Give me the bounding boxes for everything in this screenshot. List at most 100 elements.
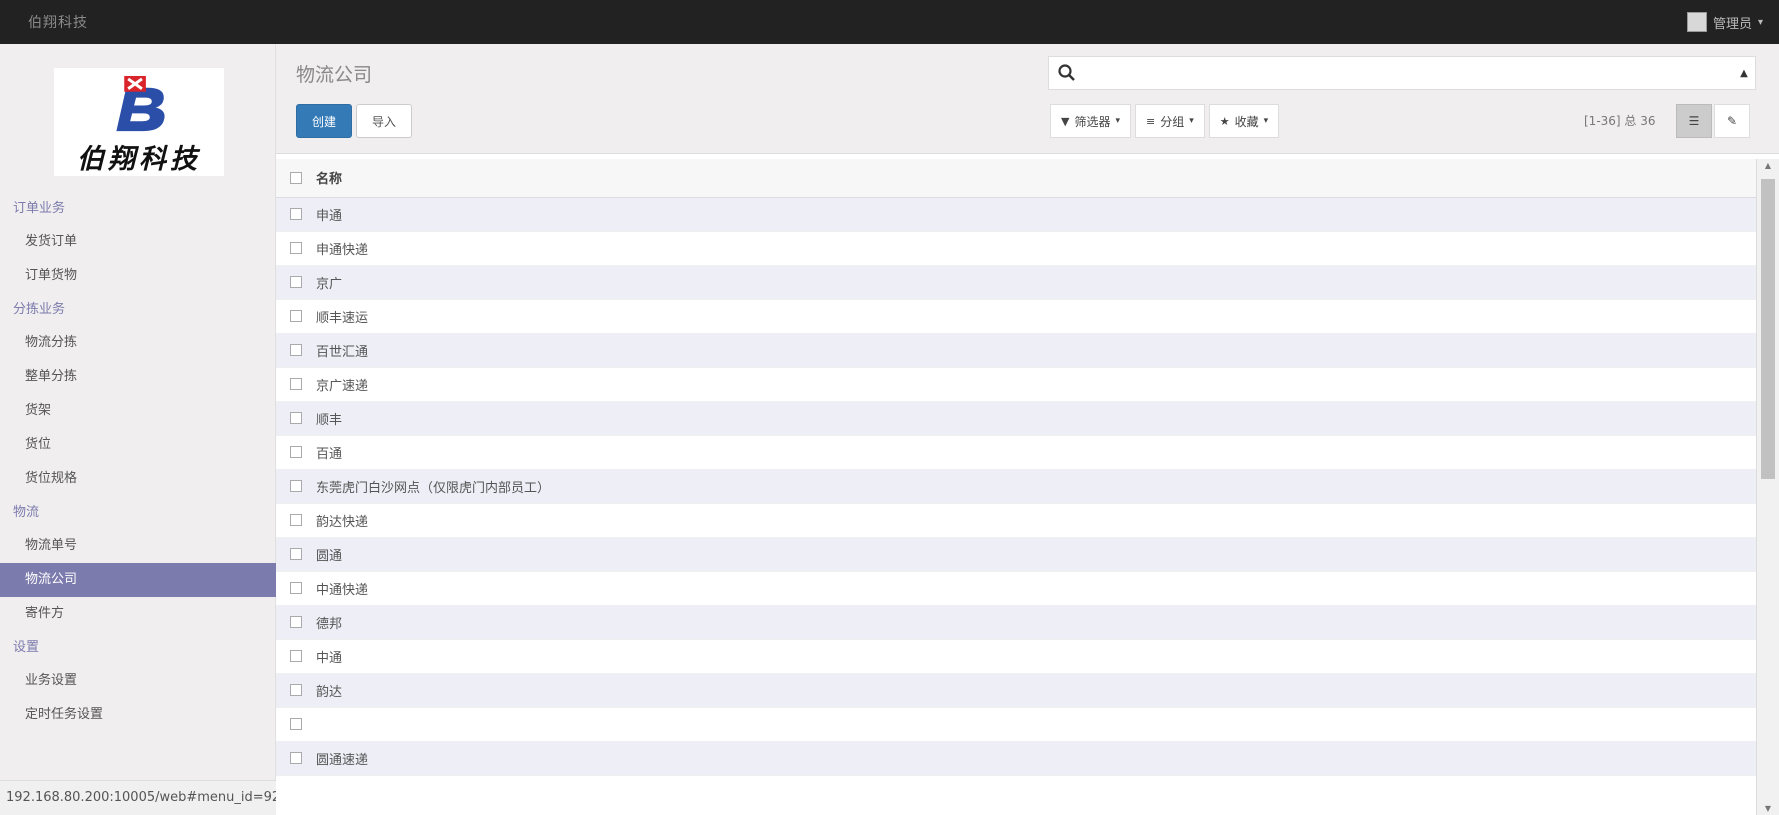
sidebar-item-slots[interactable]: 货位 (0, 428, 276, 462)
control-panel: 物流公司 创建 导入 ▲ ▼ 筛选器 ▾ ≡ 分组 ▾ ★ 收藏 ▾ [1-36… (276, 44, 1779, 154)
avatar (1686, 12, 1707, 32)
user-menu[interactable]: 管理员 ▾ (1686, 12, 1763, 32)
search-icon (1058, 64, 1075, 81)
create-button[interactable]: 创建 (296, 104, 352, 138)
row-checkbox[interactable] (290, 548, 302, 560)
cell-company-name[interactable]: 中通 (316, 639, 1756, 674)
form-view-button[interactable]: ✎ (1714, 104, 1750, 138)
menu-group-settings: 设置 (13, 640, 40, 655)
filters-button[interactable]: ▼ 筛选器 ▾ (1050, 104, 1132, 138)
user-name: 管理员 (1712, 16, 1752, 32)
vertical-scrollbar[interactable]: ▲ ▼ (1756, 159, 1779, 815)
top-navbar: 伯翔科技 管理员 ▾ (0, 0, 1779, 44)
table-row[interactable]: 韵达快递 (276, 503, 1756, 538)
cell-company-name[interactable]: 韵达 (316, 673, 1756, 708)
pager-value[interactable]: [1-36] 总 36 (1584, 112, 1656, 129)
company-logo: 伯翔科技 (54, 68, 224, 176)
table-row[interactable]: 顺丰 (276, 401, 1756, 436)
cell-company-name[interactable]: 顺丰速运 (316, 299, 1756, 334)
row-checkbox[interactable] (290, 310, 302, 322)
row-checkbox[interactable] (290, 378, 302, 390)
table-row[interactable]: 百通 (276, 435, 1756, 470)
favorites-button[interactable]: ★ 收藏 ▾ (1208, 104, 1280, 138)
row-checkbox[interactable] (290, 446, 302, 458)
row-checkbox[interactable] (290, 752, 302, 764)
logo-mark-icon (116, 75, 165, 132)
row-checkbox[interactable] (290, 276, 302, 288)
edit-view-icon: ✎ (1726, 114, 1738, 128)
sidebar-item-order-goods[interactable]: 订单货物 (0, 259, 276, 293)
chevron-down-icon: ▾ (1115, 116, 1121, 126)
cell-company-name[interactable]: 百通 (316, 435, 1756, 470)
row-checkbox[interactable] (290, 514, 302, 526)
cell-company-name[interactable]: 韵达快递 (316, 503, 1756, 538)
table-row[interactable]: 韵达 (276, 673, 1756, 708)
cell-company-name[interactable]: 圆通 (316, 537, 1756, 572)
cell-company-name[interactable]: 申通快递 (316, 231, 1756, 266)
table-row[interactable]: 德邦 (276, 605, 1756, 640)
sidebar-item-scheduled-tasks[interactable]: 定时任务设置 (0, 698, 276, 732)
table-row[interactable]: 百世汇通 (276, 333, 1756, 368)
group-by-label: 分组 (1160, 114, 1185, 129)
row-checkbox[interactable] (290, 344, 302, 356)
sidebar-item-logistics-companies[interactable]: 物流公司 (0, 563, 276, 597)
cell-company-name[interactable]: 京广 (316, 265, 1756, 300)
cell-company-name[interactable]: 百世汇通 (316, 333, 1756, 368)
table-row[interactable]: 京广速递 (276, 367, 1756, 402)
sidebar-item-shelves[interactable]: 货架 (0, 394, 276, 428)
cell-company-name[interactable]: 中通快递 (316, 571, 1756, 606)
table-body: 申通 申通快递 京广 顺丰速运 百世汇通 京广速递 顺丰 百通 东莞虎门白沙网点（仅限虎门内部员… (276, 197, 1756, 776)
list-view: 名称 申通 申通快递 京广 顺丰速运 百世汇通 京广速递 顺丰 百通 东莞虎门白沙网点（仅限虎门… (276, 159, 1756, 815)
sidebar-item-shipping-orders[interactable]: 发货订单 (0, 225, 276, 259)
table-row[interactable] (276, 707, 1756, 742)
table-row[interactable]: 中通 (276, 639, 1756, 674)
sidebar-item-business-settings[interactable]: 业务设置 (0, 664, 276, 698)
sidebar: 伯翔科技 订单业务 发货订单 订单货物 分拣业务 物流分拣 整单分拣 货架 货位… (0, 44, 276, 780)
table-row[interactable]: 申通 (276, 197, 1756, 232)
row-checkbox[interactable] (290, 650, 302, 662)
table-row[interactable]: 中通快递 (276, 571, 1756, 606)
cell-company-name[interactable] (316, 707, 1756, 742)
table-row[interactable]: 申通快递 (276, 231, 1756, 266)
sidebar-item-slot-spec[interactable]: 货位规格 (0, 462, 276, 496)
list-view-button[interactable]: ☰ (1676, 104, 1712, 138)
import-button[interactable]: 导入 (356, 104, 412, 138)
row-checkbox[interactable] (290, 684, 302, 696)
select-all-checkbox[interactable] (290, 171, 302, 184)
sidebar-item-tracking-numbers[interactable]: 物流单号 (0, 529, 276, 563)
row-checkbox[interactable] (290, 480, 302, 492)
cell-company-name[interactable]: 申通 (316, 197, 1756, 232)
table-row[interactable]: 圆通速递 (276, 741, 1756, 776)
menu-group-sorting: 分拣业务 (13, 302, 66, 317)
row-checkbox[interactable] (290, 208, 302, 220)
sidebar-item-logistics-sorting[interactable]: 物流分拣 (0, 326, 276, 360)
row-checkbox[interactable] (290, 412, 302, 424)
search-bar: ▲ (1048, 56, 1756, 90)
row-checkbox[interactable] (290, 582, 302, 594)
list-view-icon: ☰ (1688, 114, 1700, 128)
scroll-down-icon[interactable]: ▼ (1757, 804, 1779, 813)
table-row[interactable]: 东莞虎门白沙网点（仅限虎门内部员工） (276, 469, 1756, 504)
search-options-toggle-icon[interactable]: ▲ (1733, 68, 1755, 79)
row-checkbox[interactable] (290, 616, 302, 628)
row-checkbox[interactable] (290, 242, 302, 254)
cell-company-name[interactable]: 顺丰 (316, 401, 1756, 436)
sidebar-menu: 订单业务 发货订单 订单货物 分拣业务 物流分拣 整单分拣 货架 货位 货位规格… (0, 192, 276, 732)
cell-company-name[interactable]: 东莞虎门白沙网点（仅限虎门内部员工） (316, 469, 1756, 504)
scrollbar-thumb[interactable] (1761, 179, 1775, 479)
row-checkbox[interactable] (290, 718, 302, 730)
sidebar-item-senders[interactable]: 寄件方 (0, 597, 276, 631)
table-row[interactable]: 顺丰速运 (276, 299, 1756, 334)
group-by-button[interactable]: ≡ 分组 ▾ (1135, 104, 1205, 138)
column-header-name[interactable]: 名称 (316, 159, 1756, 198)
favorites-label: 收藏 (1234, 114, 1259, 129)
sidebar-item-whole-order-sorting[interactable]: 整单分拣 (0, 360, 276, 394)
cell-company-name[interactable]: 德邦 (316, 605, 1756, 640)
table-row[interactable]: 圆通 (276, 537, 1756, 572)
table-row[interactable]: 京广 (276, 265, 1756, 300)
search-input[interactable] (1081, 59, 1733, 87)
chevron-down-icon: ▾ (1757, 16, 1763, 28)
cell-company-name[interactable]: 圆通速递 (316, 741, 1756, 776)
cell-company-name[interactable]: 京广速递 (316, 367, 1756, 402)
scroll-up-icon[interactable]: ▲ (1757, 161, 1779, 170)
